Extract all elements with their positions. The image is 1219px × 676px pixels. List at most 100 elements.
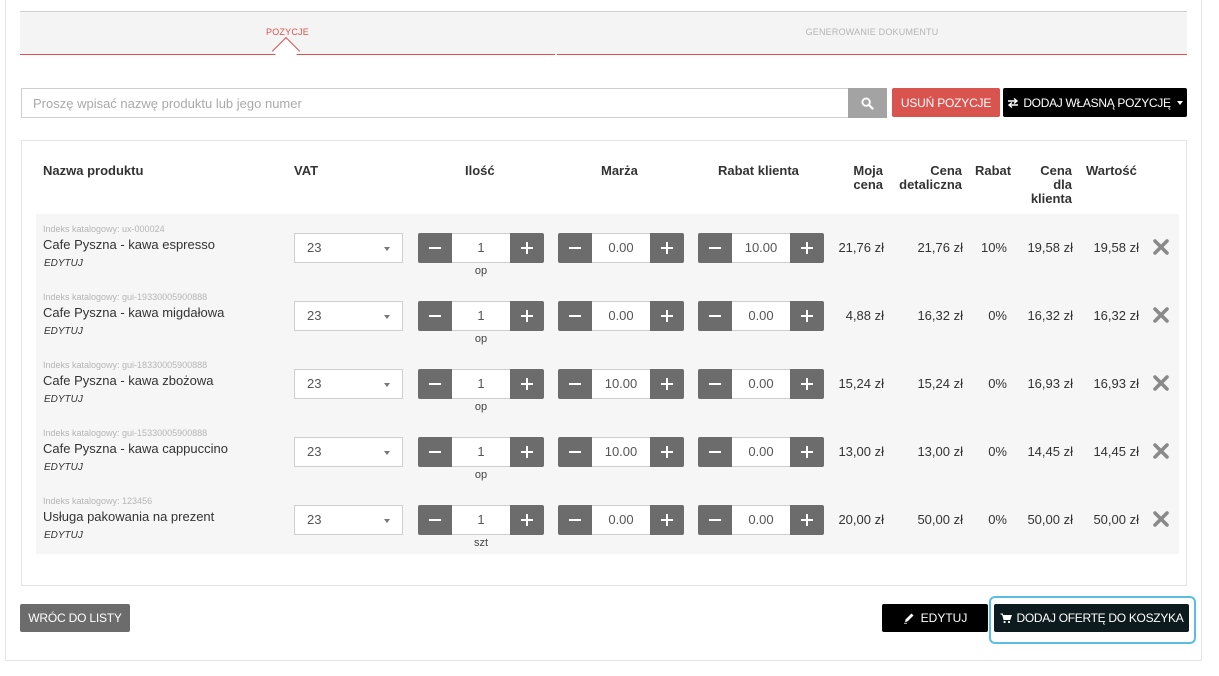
quantity-input[interactable]: 1 <box>452 301 510 331</box>
client-discount-increment-button[interactable] <box>790 505 824 535</box>
quantity-increment-button[interactable] <box>510 233 544 263</box>
retail-price: 13,00 zł <box>917 444 963 459</box>
margin-input[interactable]: 0.00 <box>592 233 650 263</box>
product-search-input[interactable] <box>21 88 849 118</box>
client-discount-increment-button[interactable] <box>790 233 824 263</box>
quantity-input[interactable]: 1 <box>452 437 510 467</box>
quantity-decrement-button[interactable] <box>418 369 452 399</box>
client-discount-input[interactable]: 0.00 <box>732 437 790 467</box>
header-retail-price: Cena detaliczna <box>899 163 962 192</box>
quantity-decrement-button[interactable] <box>418 301 452 331</box>
edit-row-link[interactable]: EDYTUJ <box>44 258 83 269</box>
close-icon <box>1153 443 1169 459</box>
edit-offer-button[interactable]: EDYTUJ <box>882 604 988 632</box>
quantity-increment-button[interactable] <box>510 437 544 467</box>
my-price: 20,00 zł <box>838 512 884 527</box>
back-to-list-button[interactable]: WRÓC DO LISTY <box>20 604 130 632</box>
client-discount-decrement-button[interactable] <box>698 233 732 263</box>
client-discount-input[interactable]: 0.00 <box>732 301 790 331</box>
margin-increment-button[interactable] <box>650 505 684 535</box>
plus-icon <box>801 514 813 526</box>
minus-icon <box>429 451 441 453</box>
vat-select[interactable]: 23 <box>294 369 403 399</box>
margin-input[interactable]: 0.00 <box>592 505 650 535</box>
client-discount-stepper: 10.00 <box>698 233 824 263</box>
client-discount-increment-button[interactable] <box>790 301 824 331</box>
client-discount-increment-button[interactable] <box>790 437 824 467</box>
margin-decrement-button[interactable] <box>558 369 592 399</box>
client-price: 16,93 zł <box>1027 376 1073 391</box>
remove-row-button[interactable] <box>1152 306 1170 324</box>
client-discount-decrement-button[interactable] <box>698 301 732 331</box>
client-discount-input[interactable]: 10.00 <box>732 233 790 263</box>
quantity-increment-button[interactable] <box>510 505 544 535</box>
vat-select[interactable]: 23 <box>294 301 403 331</box>
client-price: 16,32 zł <box>1027 308 1073 323</box>
client-discount-decrement-button[interactable] <box>698 505 732 535</box>
edit-row-link[interactable]: EDYTUJ <box>44 394 83 405</box>
add-offer-to-cart-label: DODAJ OFERTĘ DO KOSZYKA <box>1016 611 1184 625</box>
margin-stepper: 10.00 <box>558 437 684 467</box>
plus-icon <box>801 310 813 322</box>
quantity-input[interactable]: 1 <box>452 505 510 535</box>
margin-increment-button[interactable] <box>650 233 684 263</box>
quantity-increment-button[interactable] <box>510 369 544 399</box>
quantity-stepper: 1 <box>418 301 544 331</box>
vat-value: 23 <box>307 512 322 527</box>
vat-select[interactable]: 23 <box>294 233 403 263</box>
remove-positions-button[interactable]: USUŃ POZYCJE <box>892 88 1000 117</box>
margin-increment-button[interactable] <box>650 369 684 399</box>
plus-icon <box>521 514 533 526</box>
close-icon <box>1153 239 1169 255</box>
quantity-input[interactable]: 1 <box>452 233 510 263</box>
discount-percent: 0% <box>988 376 1007 391</box>
quantity-input[interactable]: 1 <box>452 369 510 399</box>
margin-decrement-button[interactable] <box>558 437 592 467</box>
client-discount-decrement-button[interactable] <box>698 369 732 399</box>
quantity-stepper: 1 <box>418 369 544 399</box>
quantity-decrement-button[interactable] <box>418 233 452 263</box>
edit-row-link[interactable]: EDYTUJ <box>44 326 83 337</box>
margin-stepper: 0.00 <box>558 505 684 535</box>
plus-icon <box>521 310 533 322</box>
quantity-increment-button[interactable] <box>510 301 544 331</box>
add-own-position-label: DODAJ WŁASNĄ POZYCJĘ <box>1023 95 1171 110</box>
margin-increment-button[interactable] <box>650 437 684 467</box>
edit-row-link[interactable]: EDYTUJ <box>44 530 83 541</box>
margin-input[interactable]: 0.00 <box>592 301 650 331</box>
margin-decrement-button[interactable] <box>558 505 592 535</box>
close-icon <box>1153 511 1169 527</box>
quantity-decrement-button[interactable] <box>418 505 452 535</box>
client-discount-decrement-button[interactable] <box>698 437 732 467</box>
plus-icon <box>521 446 533 458</box>
swap-arrows-icon <box>1008 97 1019 108</box>
discount-percent: 0% <box>988 512 1007 527</box>
dropdown-caret-icon <box>1176 100 1183 105</box>
client-discount-increment-button[interactable] <box>790 369 824 399</box>
tab-document-generation[interactable]: GENEROWANIE DOKUMENTU <box>557 12 1187 55</box>
minus-icon <box>429 315 441 317</box>
search-button[interactable] <box>848 88 887 118</box>
client-discount-input[interactable]: 0.00 <box>732 505 790 535</box>
remove-row-button[interactable] <box>1152 510 1170 528</box>
quantity-decrement-button[interactable] <box>418 437 452 467</box>
edit-row-link[interactable]: EDYTUJ <box>44 462 83 473</box>
margin-input[interactable]: 10.00 <box>592 437 650 467</box>
client-price: 14,45 zł <box>1027 444 1073 459</box>
remove-row-button[interactable] <box>1152 442 1170 460</box>
add-offer-to-cart-button[interactable]: DODAJ OFERTĘ DO KOSZYKA <box>994 604 1189 632</box>
catalog-index: Indeks katalogowy: gui-15330005900888 <box>43 428 208 438</box>
vat-value: 23 <box>307 240 322 255</box>
vat-select[interactable]: 23 <box>294 505 403 535</box>
catalog-index: Indeks katalogowy: gui-19330005900888 <box>43 292 208 302</box>
vat-select[interactable]: 23 <box>294 437 403 467</box>
tab-bar: POZYCJE GENEROWANIE DOKUMENTU <box>20 11 1187 66</box>
remove-row-button[interactable] <box>1152 374 1170 392</box>
add-own-position-button[interactable]: DODAJ WŁASNĄ POZYCJĘ <box>1003 88 1187 117</box>
margin-increment-button[interactable] <box>650 301 684 331</box>
margin-input[interactable]: 10.00 <box>592 369 650 399</box>
client-discount-input[interactable]: 0.00 <box>732 369 790 399</box>
margin-decrement-button[interactable] <box>558 301 592 331</box>
remove-row-button[interactable] <box>1152 238 1170 256</box>
margin-decrement-button[interactable] <box>558 233 592 263</box>
